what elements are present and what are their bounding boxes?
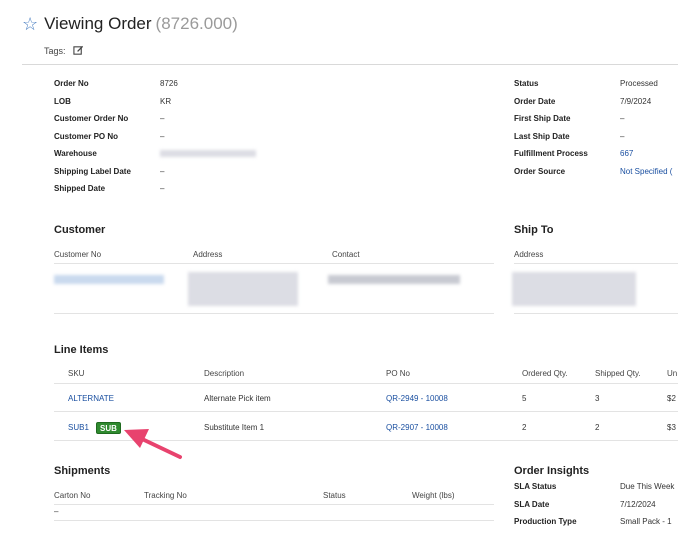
- annotation-arrow-icon: [124, 429, 182, 459]
